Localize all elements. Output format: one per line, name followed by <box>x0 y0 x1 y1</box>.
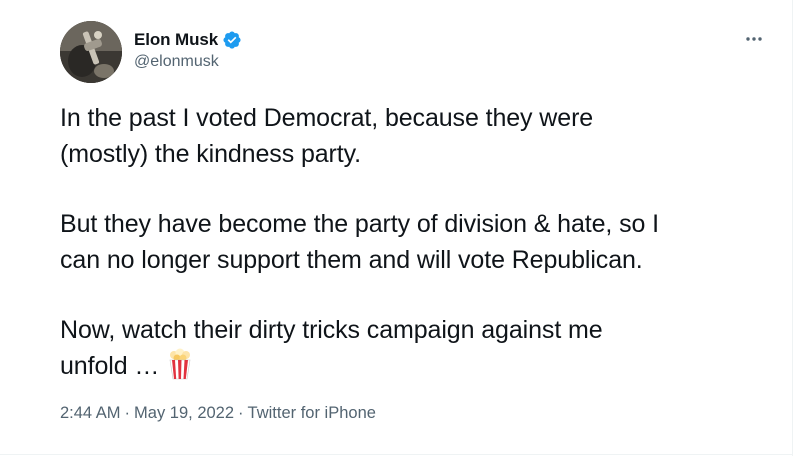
verified-badge-icon <box>222 30 242 50</box>
tweet-paragraph: Now, watch their dirty tricks campaign a… <box>60 312 770 384</box>
tweet-line: (mostly) the kindness party. <box>60 140 362 168</box>
tweet-source[interactable]: Twitter for iPhone <box>248 404 376 422</box>
author-name-row: Elon Musk <box>134 28 242 52</box>
meta-separator: · <box>124 404 131 422</box>
tweet-line: can no longer support them and will vote… <box>60 246 643 274</box>
author-handle[interactable]: @elonmusk <box>134 53 219 71</box>
avatar[interactable] <box>60 21 122 83</box>
tweet-paragraph: But they have become the party of divisi… <box>60 206 770 278</box>
meta-separator: · <box>238 404 244 422</box>
tweet-date[interactable]: May 19, 2022 <box>134 404 234 422</box>
avatar-image <box>60 21 122 83</box>
tweet-meta: 2:44 AM · May 19, 2022 · Twitter for iPhone <box>60 404 376 423</box>
tweet-text: In the past I voted Democrat, because th… <box>60 100 770 384</box>
popcorn-emoji-icon <box>165 348 195 380</box>
tweet-line: unfold … <box>60 352 160 380</box>
tweet-line-last: unfold … <box>60 348 770 384</box>
more-options-button[interactable] <box>743 28 765 50</box>
tweet-line: Now, watch their dirty tricks campaign a… <box>60 316 603 344</box>
more-horizontal-icon <box>746 37 762 41</box>
author-display-name[interactable]: Elon Musk <box>134 30 218 50</box>
tweet-line: In the past I voted Democrat, because th… <box>60 104 594 132</box>
tweet-line: But they have become the party of divisi… <box>60 210 660 238</box>
tweet-card: Elon Musk @elonmusk In the past I voted … <box>0 0 793 456</box>
tweet-time[interactable]: 2:44 AM <box>60 404 121 422</box>
tweet-paragraph: In the past I voted Democrat, because th… <box>60 100 770 172</box>
divider <box>0 454 793 455</box>
